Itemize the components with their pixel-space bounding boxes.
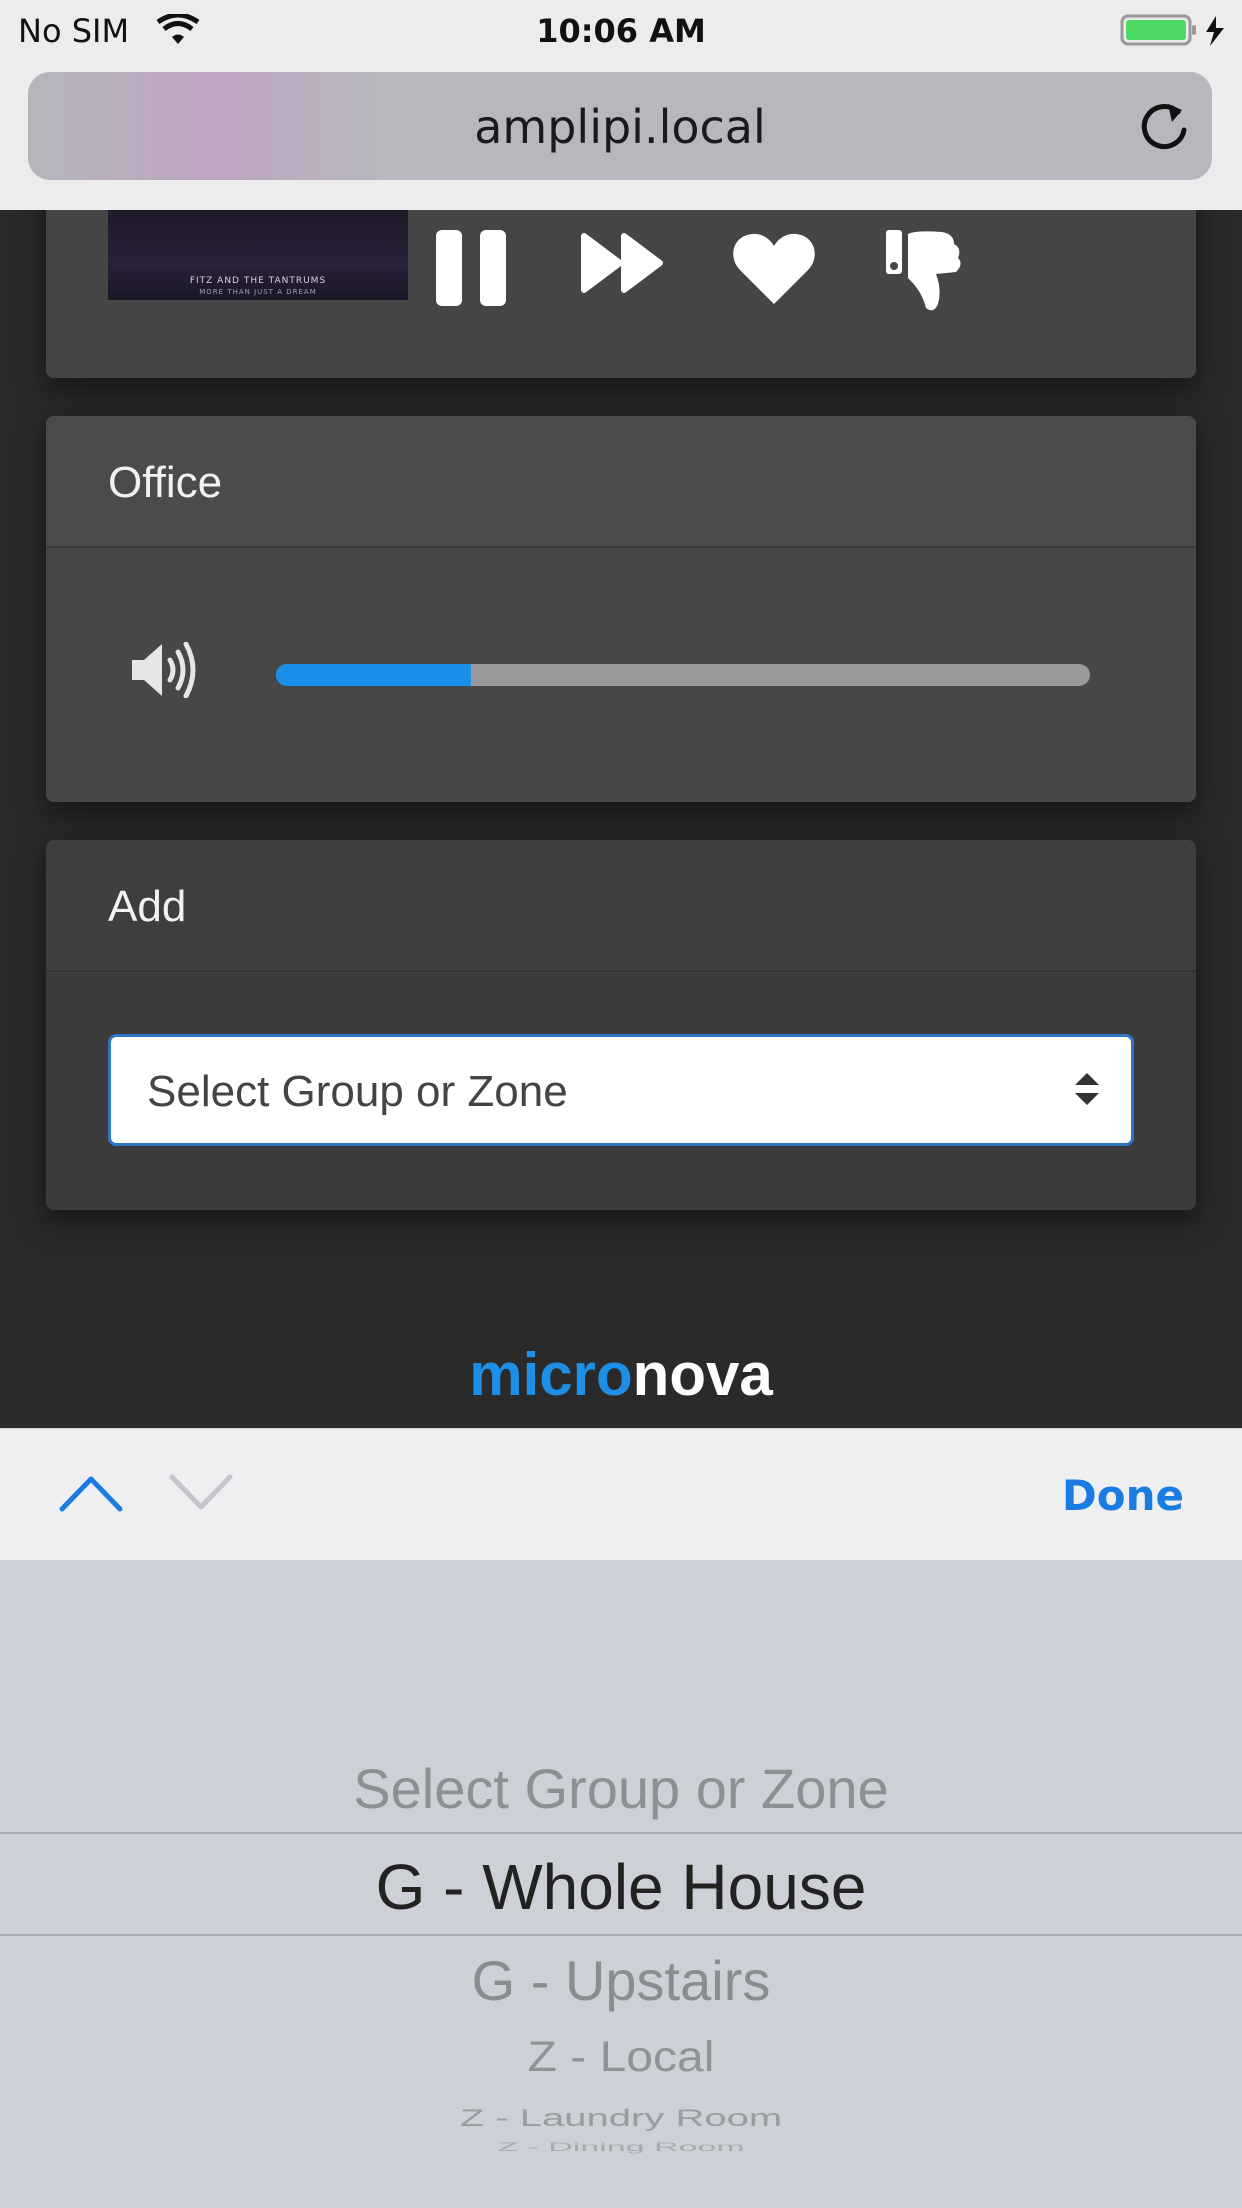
picker-option[interactable]: Z - Laundry Room xyxy=(0,2105,1242,2132)
browser-chrome: No SIM 10:06 AM amplipi.local xyxy=(0,0,1242,210)
next-field-icon[interactable] xyxy=(168,1473,234,1517)
album-art-subtitle: MORE THAN JUST A DREAM xyxy=(199,288,317,296)
card-title: Office xyxy=(108,458,223,507)
volume-slider-fill xyxy=(276,664,472,686)
done-button[interactable]: Done xyxy=(1062,1471,1184,1520)
card-title: Add xyxy=(108,882,187,931)
picker-option[interactable]: Z - Dining Room xyxy=(0,2141,1242,2155)
address-bar[interactable]: amplipi.local xyxy=(28,72,1212,180)
picker-option[interactable]: G - Upstairs xyxy=(0,1948,1242,2013)
group-zone-select[interactable]: Select Group or Zone xyxy=(108,1034,1134,1146)
picker-option[interactable]: Select Group or Zone xyxy=(0,1756,1242,1821)
status-bar: No SIM 10:06 AM xyxy=(0,0,1242,62)
zone-card-office: Office xyxy=(46,416,1196,802)
heart-icon[interactable] xyxy=(732,230,816,310)
logo-part-nova: nova xyxy=(632,1341,773,1408)
next-icon[interactable] xyxy=(580,230,666,300)
previous-field-icon[interactable] xyxy=(58,1473,124,1517)
picker-toolbar: Done xyxy=(0,1428,1242,1560)
url-text: amplipi.local xyxy=(474,100,766,154)
add-card: Add Select Group or Zone xyxy=(46,840,1196,1210)
pause-icon[interactable] xyxy=(436,230,508,310)
battery-icon xyxy=(1120,14,1230,52)
logo-part-micro: micro xyxy=(469,1341,633,1408)
micronova-logo: micronova xyxy=(0,1340,1242,1409)
select-value: Select Group or Zone xyxy=(147,1067,568,1116)
picker-wheel[interactable]: Select Group or Zone G - Whole House G -… xyxy=(0,1560,1242,2208)
thumbs-down-icon[interactable] xyxy=(886,230,970,318)
volume-slider[interactable] xyxy=(276,664,1090,686)
picker-option[interactable]: Z - Local xyxy=(0,2033,1242,2081)
picker-option-selected[interactable]: G - Whole House xyxy=(0,1850,1242,1924)
album-art-title: FITZ AND THE TANTRUMS xyxy=(189,276,327,286)
select-arrows-icon xyxy=(1073,1071,1101,1111)
album-art: FITZ AND THE TANTRUMS MORE THAN JUST A D… xyxy=(108,210,408,300)
card-header: Office xyxy=(46,416,1196,548)
card-header: Add xyxy=(46,840,1196,972)
clock: 10:06 AM xyxy=(536,12,706,50)
volume-icon[interactable] xyxy=(132,641,200,702)
reload-icon[interactable] xyxy=(1138,100,1190,156)
